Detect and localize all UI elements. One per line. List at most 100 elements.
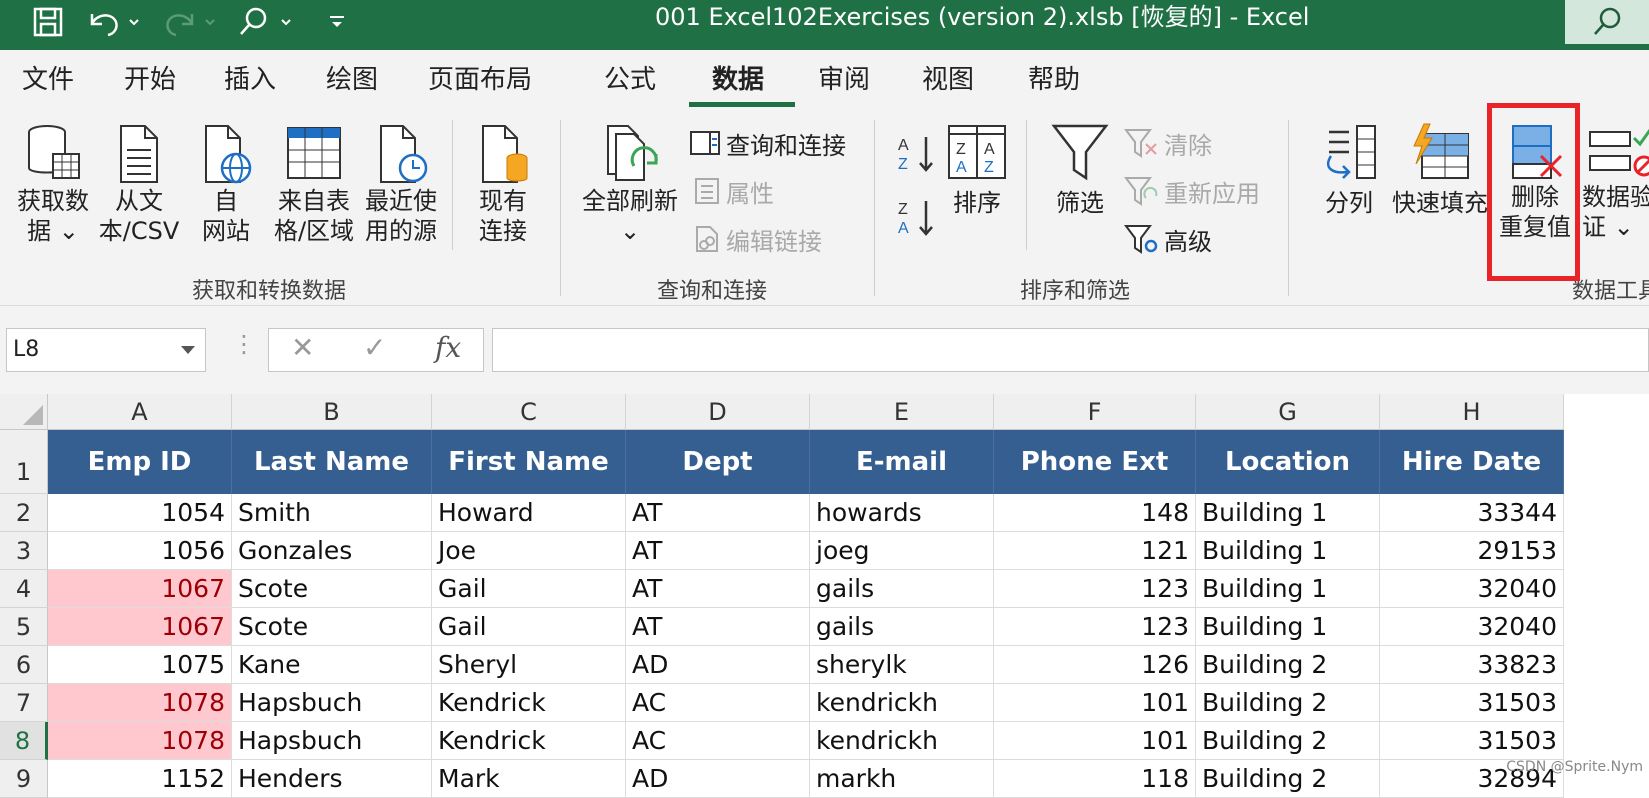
edit-links-button[interactable]: 编辑链接: [694, 222, 822, 256]
row-header[interactable]: 8: [0, 722, 48, 760]
row-header[interactable]: 2: [0, 494, 48, 532]
reapply-button[interactable]: 重新应用: [1124, 174, 1260, 208]
properties-button[interactable]: 属性: [694, 174, 774, 208]
table-header-cell[interactable]: Emp ID: [48, 430, 232, 494]
column-header-f[interactable]: F: [994, 394, 1196, 430]
cell-first[interactable]: Gail: [432, 608, 626, 646]
recent-sources-button[interactable]: 最近使 用的源: [356, 122, 446, 246]
cell-last[interactable]: Smith: [232, 494, 432, 532]
row-header[interactable]: 7: [0, 684, 48, 722]
cell-hire[interactable]: 31503: [1380, 722, 1564, 760]
cell-email[interactable]: joeg: [810, 532, 994, 570]
cell-loc[interactable]: Building 2: [1196, 760, 1380, 798]
cell-ext[interactable]: 101: [994, 684, 1196, 722]
name-box[interactable]: L8: [6, 328, 206, 372]
cell-loc[interactable]: Building 1: [1196, 494, 1380, 532]
queries-connections-button[interactable]: 查询和连接: [690, 126, 846, 160]
cell-last[interactable]: Gonzales: [232, 532, 432, 570]
cell-loc[interactable]: Building 2: [1196, 646, 1380, 684]
tab-draw[interactable]: 绘图: [326, 60, 378, 100]
cell-ext[interactable]: 126: [994, 646, 1196, 684]
insert-function-icon[interactable]: fx: [435, 331, 461, 364]
table-header-cell[interactable]: Last Name: [232, 430, 432, 494]
cell-first[interactable]: Kendrick: [432, 684, 626, 722]
cell-hire[interactable]: 33344: [1380, 494, 1564, 532]
cell-ext[interactable]: 118: [994, 760, 1196, 798]
table-header-cell[interactable]: Dept: [626, 430, 810, 494]
table-header-cell[interactable]: Location: [1196, 430, 1380, 494]
cell-email[interactable]: kendrickh: [810, 722, 994, 760]
cell-dept[interactable]: AT: [626, 532, 810, 570]
cell-last[interactable]: Scote: [232, 608, 432, 646]
chevron-down-icon[interactable]: [181, 346, 195, 354]
cell-emp[interactable]: 1067: [48, 608, 232, 646]
enter-icon[interactable]: ✓: [363, 331, 386, 364]
select-all-corner[interactable]: [0, 394, 48, 430]
from-table-range-button[interactable]: 来自表 格/区域: [268, 122, 360, 246]
cell-dept[interactable]: AD: [626, 760, 810, 798]
cell-ext[interactable]: 123: [994, 608, 1196, 646]
tab-home[interactable]: 开始: [124, 60, 176, 100]
cell-last[interactable]: Henders: [232, 760, 432, 798]
column-header-a[interactable]: A: [48, 394, 232, 430]
cell-emp[interactable]: 1078: [48, 722, 232, 760]
cell-ext[interactable]: 123: [994, 570, 1196, 608]
tab-help[interactable]: 帮助: [1028, 60, 1080, 100]
table-header-cell[interactable]: Phone Ext: [994, 430, 1196, 494]
tab-file[interactable]: 文件: [22, 60, 74, 100]
cell-hire[interactable]: 32040: [1380, 608, 1564, 646]
text-to-columns-button[interactable]: 分列: [1312, 122, 1386, 218]
cell-first[interactable]: Sheryl: [432, 646, 626, 684]
formula-bar-resize-handle[interactable]: ⋮: [232, 330, 256, 358]
cell-dept[interactable]: AC: [626, 684, 810, 722]
cell-dept[interactable]: AD: [626, 646, 810, 684]
cell-email[interactable]: gails: [810, 570, 994, 608]
cell-email[interactable]: howards: [810, 494, 994, 532]
flash-fill-button[interactable]: 快速填充: [1392, 122, 1488, 218]
cell-hire[interactable]: 29153: [1380, 532, 1564, 570]
row-header[interactable]: 9: [0, 760, 48, 798]
cell-first[interactable]: Kendrick: [432, 722, 626, 760]
cell-last[interactable]: Hapsbuch: [232, 684, 432, 722]
undo-icon[interactable]: [84, 2, 144, 42]
column-header-h[interactable]: H: [1380, 394, 1564, 430]
column-header-d[interactable]: D: [626, 394, 810, 430]
table-header-cell[interactable]: First Name: [432, 430, 626, 494]
sort-button[interactable]: ZAAZ 排序: [942, 122, 1012, 218]
cell-emp[interactable]: 1075: [48, 646, 232, 684]
sort-descending-button[interactable]: ZA: [896, 196, 942, 240]
cell-hire[interactable]: 31503: [1380, 684, 1564, 722]
row-header[interactable]: 6: [0, 646, 48, 684]
cell-emp[interactable]: 1054: [48, 494, 232, 532]
tab-formulas[interactable]: 公式: [604, 60, 656, 100]
table-header-cell[interactable]: Hire Date: [1380, 430, 1564, 494]
tab-data[interactable]: 数据: [712, 60, 764, 100]
cell-loc[interactable]: Building 1: [1196, 608, 1380, 646]
cell-hire[interactable]: 33823: [1380, 646, 1564, 684]
cell-email[interactable]: kendrickh: [810, 684, 994, 722]
sort-ascending-button[interactable]: AZ: [896, 132, 942, 176]
table-header-cell[interactable]: E-mail: [810, 430, 994, 494]
cell-last[interactable]: Hapsbuch: [232, 722, 432, 760]
cell-last[interactable]: Kane: [232, 646, 432, 684]
cell-last[interactable]: Scote: [232, 570, 432, 608]
cell-loc[interactable]: Building 2: [1196, 684, 1380, 722]
cell-ext[interactable]: 148: [994, 494, 1196, 532]
advanced-filter-button[interactable]: 高级: [1124, 222, 1212, 256]
row-header[interactable]: 3: [0, 532, 48, 570]
existing-connections-button[interactable]: 现有 连接: [460, 122, 546, 246]
data-validation-button[interactable]: 数据验 证 ⌄: [1582, 122, 1649, 242]
cell-loc[interactable]: Building 1: [1196, 570, 1380, 608]
tell-me-search-button[interactable]: [1565, 0, 1649, 44]
row-header[interactable]: 4: [0, 570, 48, 608]
redo-icon[interactable]: [160, 2, 220, 42]
cell-first[interactable]: Mark: [432, 760, 626, 798]
column-header-b[interactable]: B: [232, 394, 432, 430]
cell-emp[interactable]: 1078: [48, 684, 232, 722]
cell-dept[interactable]: AT: [626, 494, 810, 532]
cell-email[interactable]: sherylk: [810, 646, 994, 684]
cell-emp[interactable]: 1152: [48, 760, 232, 798]
from-text-csv-button[interactable]: 从文 本/CSV: [96, 122, 182, 246]
column-header-g[interactable]: G: [1196, 394, 1380, 430]
search-icon[interactable]: [236, 2, 296, 42]
